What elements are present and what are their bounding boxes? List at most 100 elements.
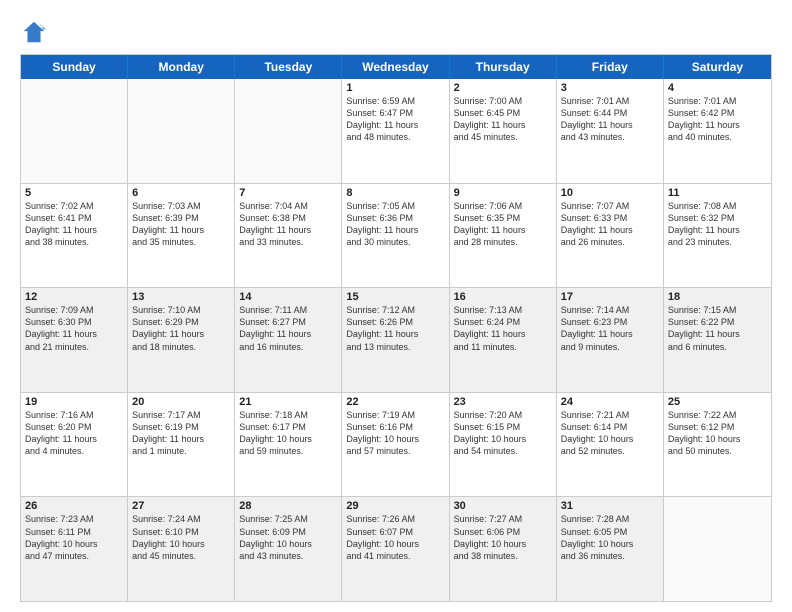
day-number: 12 <box>25 291 123 303</box>
cal-cell-2-4: 8Sunrise: 7:05 AM Sunset: 6:36 PM Daylig… <box>342 184 449 288</box>
cell-info: Sunrise: 6:59 AM Sunset: 6:47 PM Dayligh… <box>346 95 444 144</box>
cell-info: Sunrise: 7:25 AM Sunset: 6:09 PM Dayligh… <box>239 513 337 562</box>
logo-icon <box>20 18 48 46</box>
cal-cell-4-2: 20Sunrise: 7:17 AM Sunset: 6:19 PM Dayli… <box>128 393 235 497</box>
day-number: 19 <box>25 396 123 408</box>
cal-cell-3-5: 16Sunrise: 7:13 AM Sunset: 6:24 PM Dayli… <box>450 288 557 392</box>
cal-cell-5-3: 28Sunrise: 7:25 AM Sunset: 6:09 PM Dayli… <box>235 497 342 601</box>
day-number: 26 <box>25 500 123 512</box>
cal-cell-5-2: 27Sunrise: 7:24 AM Sunset: 6:10 PM Dayli… <box>128 497 235 601</box>
day-number: 6 <box>132 187 230 199</box>
cal-cell-1-4: 1Sunrise: 6:59 AM Sunset: 6:47 PM Daylig… <box>342 79 449 183</box>
cell-info: Sunrise: 7:08 AM Sunset: 6:32 PM Dayligh… <box>668 200 767 249</box>
cal-cell-2-7: 11Sunrise: 7:08 AM Sunset: 6:32 PM Dayli… <box>664 184 771 288</box>
cal-cell-1-2 <box>128 79 235 183</box>
cell-info: Sunrise: 7:17 AM Sunset: 6:19 PM Dayligh… <box>132 409 230 458</box>
day-number: 4 <box>668 82 767 94</box>
cell-info: Sunrise: 7:12 AM Sunset: 6:26 PM Dayligh… <box>346 304 444 353</box>
cell-info: Sunrise: 7:18 AM Sunset: 6:17 PM Dayligh… <box>239 409 337 458</box>
cell-info: Sunrise: 7:14 AM Sunset: 6:23 PM Dayligh… <box>561 304 659 353</box>
week-row-1: 1Sunrise: 6:59 AM Sunset: 6:47 PM Daylig… <box>21 79 771 184</box>
cell-info: Sunrise: 7:28 AM Sunset: 6:05 PM Dayligh… <box>561 513 659 562</box>
week-row-3: 12Sunrise: 7:09 AM Sunset: 6:30 PM Dayli… <box>21 288 771 393</box>
cell-info: Sunrise: 7:02 AM Sunset: 6:41 PM Dayligh… <box>25 200 123 249</box>
cell-info: Sunrise: 7:20 AM Sunset: 6:15 PM Dayligh… <box>454 409 552 458</box>
cell-info: Sunrise: 7:03 AM Sunset: 6:39 PM Dayligh… <box>132 200 230 249</box>
day-number: 13 <box>132 291 230 303</box>
day-number: 1 <box>346 82 444 94</box>
header <box>20 18 772 46</box>
cell-info: Sunrise: 7:06 AM Sunset: 6:35 PM Dayligh… <box>454 200 552 249</box>
day-number: 5 <box>25 187 123 199</box>
cell-info: Sunrise: 7:07 AM Sunset: 6:33 PM Dayligh… <box>561 200 659 249</box>
header-cell-thursday: Thursday <box>450 55 557 79</box>
cal-cell-5-5: 30Sunrise: 7:27 AM Sunset: 6:06 PM Dayli… <box>450 497 557 601</box>
cal-cell-3-3: 14Sunrise: 7:11 AM Sunset: 6:27 PM Dayli… <box>235 288 342 392</box>
day-number: 29 <box>346 500 444 512</box>
cell-info: Sunrise: 7:13 AM Sunset: 6:24 PM Dayligh… <box>454 304 552 353</box>
day-number: 16 <box>454 291 552 303</box>
day-number: 7 <box>239 187 337 199</box>
cell-info: Sunrise: 7:24 AM Sunset: 6:10 PM Dayligh… <box>132 513 230 562</box>
header-cell-friday: Friday <box>557 55 664 79</box>
header-cell-monday: Monday <box>128 55 235 79</box>
cal-cell-3-7: 18Sunrise: 7:15 AM Sunset: 6:22 PM Dayli… <box>664 288 771 392</box>
cell-info: Sunrise: 7:05 AM Sunset: 6:36 PM Dayligh… <box>346 200 444 249</box>
cal-cell-4-1: 19Sunrise: 7:16 AM Sunset: 6:20 PM Dayli… <box>21 393 128 497</box>
day-number: 18 <box>668 291 767 303</box>
calendar-body: 1Sunrise: 6:59 AM Sunset: 6:47 PM Daylig… <box>21 79 771 601</box>
day-number: 21 <box>239 396 337 408</box>
cell-info: Sunrise: 7:15 AM Sunset: 6:22 PM Dayligh… <box>668 304 767 353</box>
day-number: 17 <box>561 291 659 303</box>
cal-cell-1-1 <box>21 79 128 183</box>
cell-info: Sunrise: 7:21 AM Sunset: 6:14 PM Dayligh… <box>561 409 659 458</box>
cal-cell-5-4: 29Sunrise: 7:26 AM Sunset: 6:07 PM Dayli… <box>342 497 449 601</box>
cal-cell-2-6: 10Sunrise: 7:07 AM Sunset: 6:33 PM Dayli… <box>557 184 664 288</box>
day-number: 30 <box>454 500 552 512</box>
day-number: 31 <box>561 500 659 512</box>
page: SundayMondayTuesdayWednesdayThursdayFrid… <box>0 0 792 612</box>
cal-cell-1-5: 2Sunrise: 7:00 AM Sunset: 6:45 PM Daylig… <box>450 79 557 183</box>
cal-cell-1-6: 3Sunrise: 7:01 AM Sunset: 6:44 PM Daylig… <box>557 79 664 183</box>
cal-cell-3-4: 15Sunrise: 7:12 AM Sunset: 6:26 PM Dayli… <box>342 288 449 392</box>
cell-info: Sunrise: 7:26 AM Sunset: 6:07 PM Dayligh… <box>346 513 444 562</box>
cell-info: Sunrise: 7:23 AM Sunset: 6:11 PM Dayligh… <box>25 513 123 562</box>
calendar: SundayMondayTuesdayWednesdayThursdayFrid… <box>20 54 772 602</box>
cell-info: Sunrise: 7:10 AM Sunset: 6:29 PM Dayligh… <box>132 304 230 353</box>
calendar-header: SundayMondayTuesdayWednesdayThursdayFrid… <box>21 55 771 79</box>
cal-cell-2-1: 5Sunrise: 7:02 AM Sunset: 6:41 PM Daylig… <box>21 184 128 288</box>
cal-cell-2-5: 9Sunrise: 7:06 AM Sunset: 6:35 PM Daylig… <box>450 184 557 288</box>
day-number: 22 <box>346 396 444 408</box>
cal-cell-4-4: 22Sunrise: 7:19 AM Sunset: 6:16 PM Dayli… <box>342 393 449 497</box>
day-number: 14 <box>239 291 337 303</box>
cal-cell-3-6: 17Sunrise: 7:14 AM Sunset: 6:23 PM Dayli… <box>557 288 664 392</box>
day-number: 9 <box>454 187 552 199</box>
day-number: 8 <box>346 187 444 199</box>
day-number: 11 <box>668 187 767 199</box>
day-number: 24 <box>561 396 659 408</box>
cal-cell-2-3: 7Sunrise: 7:04 AM Sunset: 6:38 PM Daylig… <box>235 184 342 288</box>
week-row-5: 26Sunrise: 7:23 AM Sunset: 6:11 PM Dayli… <box>21 497 771 601</box>
cell-info: Sunrise: 7:04 AM Sunset: 6:38 PM Dayligh… <box>239 200 337 249</box>
cell-info: Sunrise: 7:00 AM Sunset: 6:45 PM Dayligh… <box>454 95 552 144</box>
cell-info: Sunrise: 7:22 AM Sunset: 6:12 PM Dayligh… <box>668 409 767 458</box>
cal-cell-5-1: 26Sunrise: 7:23 AM Sunset: 6:11 PM Dayli… <box>21 497 128 601</box>
day-number: 10 <box>561 187 659 199</box>
cal-cell-1-3 <box>235 79 342 183</box>
cal-cell-4-3: 21Sunrise: 7:18 AM Sunset: 6:17 PM Dayli… <box>235 393 342 497</box>
cell-info: Sunrise: 7:01 AM Sunset: 6:42 PM Dayligh… <box>668 95 767 144</box>
cal-cell-3-2: 13Sunrise: 7:10 AM Sunset: 6:29 PM Dayli… <box>128 288 235 392</box>
week-row-2: 5Sunrise: 7:02 AM Sunset: 6:41 PM Daylig… <box>21 184 771 289</box>
header-cell-tuesday: Tuesday <box>235 55 342 79</box>
day-number: 15 <box>346 291 444 303</box>
cal-cell-4-5: 23Sunrise: 7:20 AM Sunset: 6:15 PM Dayli… <box>450 393 557 497</box>
cell-info: Sunrise: 7:27 AM Sunset: 6:06 PM Dayligh… <box>454 513 552 562</box>
cal-cell-3-1: 12Sunrise: 7:09 AM Sunset: 6:30 PM Dayli… <box>21 288 128 392</box>
cell-info: Sunrise: 7:01 AM Sunset: 6:44 PM Dayligh… <box>561 95 659 144</box>
cal-cell-5-6: 31Sunrise: 7:28 AM Sunset: 6:05 PM Dayli… <box>557 497 664 601</box>
header-cell-saturday: Saturday <box>664 55 771 79</box>
logo <box>20 18 52 46</box>
cell-info: Sunrise: 7:11 AM Sunset: 6:27 PM Dayligh… <box>239 304 337 353</box>
header-cell-sunday: Sunday <box>21 55 128 79</box>
day-number: 23 <box>454 396 552 408</box>
